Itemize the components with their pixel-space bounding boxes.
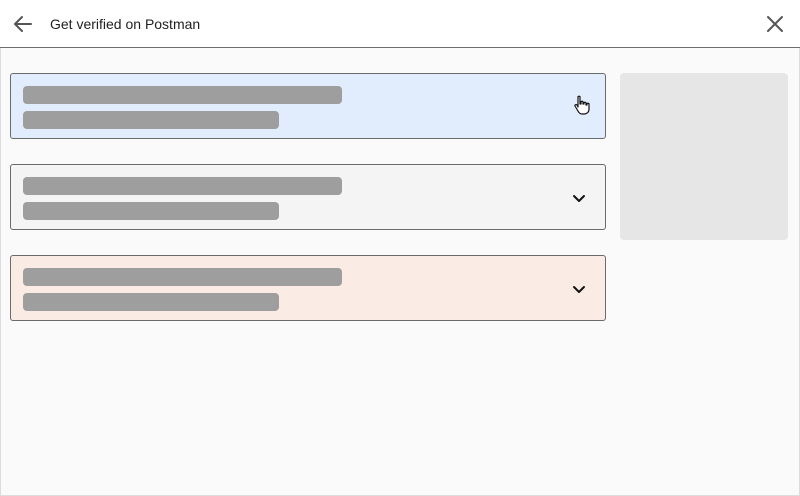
skeleton-title	[23, 86, 342, 104]
accordion-item[interactable]	[10, 73, 606, 139]
close-button[interactable]	[762, 11, 788, 37]
back-button[interactable]	[10, 11, 36, 37]
page-title: Get verified on Postman	[50, 16, 201, 32]
accordion-item[interactable]	[10, 164, 606, 230]
close-icon	[767, 16, 783, 32]
chevron-down-icon[interactable]	[571, 190, 587, 206]
header-bar: Get verified on Postman	[0, 0, 800, 48]
skeleton-subtitle	[23, 293, 279, 311]
skeleton-title	[23, 268, 342, 286]
skeleton-title	[23, 177, 342, 195]
skeleton-subtitle	[23, 111, 279, 129]
pointer-hand-icon	[574, 95, 590, 115]
chevron-down-icon[interactable]	[571, 281, 587, 297]
skeleton-subtitle	[23, 202, 279, 220]
accordion-item[interactable]	[10, 255, 606, 321]
side-panel-placeholder	[620, 73, 788, 240]
arrow-left-icon	[14, 16, 32, 32]
